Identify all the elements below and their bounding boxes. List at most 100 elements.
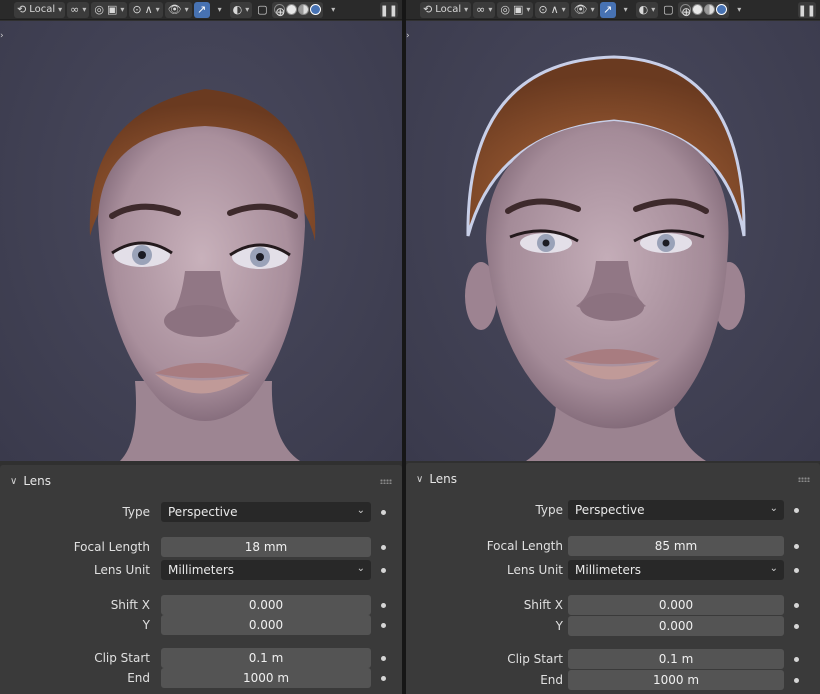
chevron-down-icon: ▾ bbox=[155, 5, 160, 14]
type-dropdown[interactable]: Perspective ⌄ bbox=[568, 500, 784, 520]
keyframe-dot-icon[interactable] bbox=[381, 510, 386, 515]
3d-viewport[interactable]: › bbox=[0, 21, 402, 461]
pivot-dropdown[interactable]: ⟲ Local ▾ bbox=[14, 1, 66, 18]
overlay-button[interactable]: ◐ ▾ bbox=[635, 1, 659, 18]
keyframe-dot-icon[interactable] bbox=[794, 508, 799, 513]
shift-x-label: Shift X bbox=[110, 598, 150, 612]
type-dropdown[interactable]: Perspective ⌄ bbox=[161, 502, 371, 522]
rendered-shading-icon[interactable] bbox=[310, 4, 322, 15]
wireframe-shading-icon[interactable]: ⊕ bbox=[274, 4, 285, 19]
solid-shading-icon[interactable] bbox=[286, 4, 298, 15]
render-face-wide-angle bbox=[89, 89, 316, 461]
keyframe-dot-icon[interactable] bbox=[794, 678, 799, 683]
drag-grip-icon[interactable] bbox=[798, 477, 810, 482]
material-shading-icon[interactable] bbox=[704, 4, 716, 15]
shift-x-field[interactable]: 0.000 bbox=[161, 595, 371, 615]
gizmo-dropdown[interactable]: ▾ bbox=[618, 2, 634, 18]
eye-icon: 👁 bbox=[167, 3, 182, 16]
gizmo-toggle[interactable]: ↗ bbox=[599, 1, 616, 18]
clip-end-row: End 1000 m bbox=[0, 668, 402, 688]
lens-unit-label: Lens Unit bbox=[507, 563, 563, 577]
pause-render-button[interactable]: ❚❚ bbox=[379, 2, 398, 18]
clip-end-field[interactable]: 1000 m bbox=[568, 670, 784, 690]
shading-dropdown[interactable]: ▾ bbox=[731, 2, 747, 18]
chevron-down-icon: ⌄ bbox=[769, 563, 778, 574]
visibility-button[interactable]: 👁 ▾ bbox=[164, 1, 192, 18]
gizmo-dropdown[interactable]: ▾ bbox=[212, 2, 228, 18]
keyframe-dot-icon[interactable] bbox=[381, 676, 386, 681]
shift-y-field[interactable]: 0.000 bbox=[568, 616, 784, 636]
shift-x-field[interactable]: 0.000 bbox=[568, 595, 784, 615]
viewport-pane-right: ⟲ Local ▾ ∞ ▾ ◎ ▣ ▾ ⊙ ∧ ▾ 👁 ▾ ↗ ▾ ◐ ▾ ▢ ⊕ ▾ ❚❚ … bbox=[406, 0, 820, 694]
falloff-button[interactable]: ⊙ ∧ ▾ bbox=[129, 1, 163, 18]
snap-button[interactable]: ∞ ▾ bbox=[473, 1, 496, 18]
keyframe-dot-icon[interactable] bbox=[794, 624, 799, 629]
clip-start-row: Clip Start 0.1 m bbox=[0, 648, 402, 668]
lens-panel-header[interactable]: ∨ Lens bbox=[0, 465, 402, 497]
chevron-down-icon: ▾ bbox=[526, 5, 531, 14]
lens-unit-row: Lens Unit Millimeters ⌄ bbox=[406, 560, 820, 580]
lens-unit-dropdown[interactable]: Millimeters ⌄ bbox=[568, 560, 784, 580]
clip-start-field[interactable]: 0.1 m bbox=[568, 649, 784, 669]
clip-start-row: Clip Start 0.1 m bbox=[406, 649, 820, 669]
xray-toggle[interactable]: ▢ bbox=[254, 2, 270, 18]
lens-panel-header[interactable]: ∨ Lens bbox=[406, 463, 820, 495]
keyframe-dot-icon[interactable] bbox=[794, 544, 799, 549]
gizmo-icon: ↗ bbox=[603, 3, 613, 16]
clip-start-field[interactable]: 0.1 m bbox=[161, 648, 371, 668]
keyframe-dot-icon[interactable] bbox=[794, 603, 799, 608]
link-icon: ∞ bbox=[70, 3, 80, 16]
chevron-down-icon: ▾ bbox=[245, 5, 250, 14]
solid-shading-icon[interactable] bbox=[692, 4, 704, 15]
shading-dropdown[interactable]: ▾ bbox=[325, 2, 341, 18]
clip-start-label: Clip Start bbox=[94, 651, 150, 665]
gizmo-toggle[interactable]: ↗ bbox=[193, 1, 210, 18]
overlay-button[interactable]: ◐ ▾ bbox=[229, 1, 253, 18]
clip-end-field[interactable]: 1000 m bbox=[161, 668, 371, 688]
wireframe-shading-icon[interactable]: ⊕ bbox=[680, 4, 691, 19]
chevron-down-icon: ▾ bbox=[82, 5, 87, 14]
keyframe-dot-icon[interactable] bbox=[794, 657, 799, 662]
shift-y-field[interactable]: 0.000 bbox=[161, 615, 371, 635]
overlay-icon: ◐ bbox=[638, 3, 649, 16]
rendered-shading-icon[interactable] bbox=[716, 4, 728, 15]
type-value: Perspective bbox=[168, 505, 238, 519]
lens-unit-value: Millimeters bbox=[575, 563, 642, 577]
chevron-down-icon: ▾ bbox=[590, 5, 595, 14]
focal-length-field[interactable]: 85 mm bbox=[568, 536, 784, 556]
focal-length-field[interactable]: 18 mm bbox=[161, 537, 371, 557]
proportional-edit-button[interactable]: ◎ ▣ ▾ bbox=[497, 1, 534, 18]
lens-unit-dropdown[interactable]: Millimeters ⌄ bbox=[161, 560, 371, 580]
keyframe-dot-icon[interactable] bbox=[381, 623, 386, 628]
keyframe-dot-icon[interactable] bbox=[381, 568, 386, 573]
type-row: Type Perspective ⌄ bbox=[0, 502, 402, 522]
3d-viewport[interactable]: › bbox=[406, 21, 820, 461]
chevron-down-icon: ▾ bbox=[737, 5, 742, 14]
keyframe-dot-icon[interactable] bbox=[381, 656, 386, 661]
xray-toggle[interactable]: ▢ bbox=[660, 2, 676, 18]
chevron-down-icon: ⌄ bbox=[356, 505, 365, 516]
visibility-button[interactable]: 👁 ▾ bbox=[570, 1, 598, 18]
chevron-down-icon: ▾ bbox=[561, 5, 566, 14]
chevron-down-icon: ▾ bbox=[651, 5, 656, 14]
chevron-down-icon: ▾ bbox=[331, 5, 336, 14]
keyframe-dot-icon[interactable] bbox=[381, 603, 386, 608]
link-icon: ∞ bbox=[476, 3, 486, 16]
cube-icon: ▣ bbox=[106, 3, 118, 16]
cube-icon: ▣ bbox=[512, 3, 524, 16]
material-shading-icon[interactable] bbox=[298, 4, 310, 15]
shift-x-row: Shift X 0.000 bbox=[0, 595, 402, 615]
pivot-label: Local bbox=[435, 4, 462, 15]
proportional-edit-button[interactable]: ◎ ▣ ▾ bbox=[91, 1, 128, 18]
pivot-dropdown[interactable]: ⟲ Local ▾ bbox=[420, 1, 472, 18]
snap-button[interactable]: ∞ ▾ bbox=[67, 1, 90, 18]
keyframe-dot-icon[interactable] bbox=[381, 545, 386, 550]
pause-render-button[interactable]: ❚❚ bbox=[797, 2, 816, 18]
keyframe-dot-icon[interactable] bbox=[794, 568, 799, 573]
falloff-curve-icon: ∧ bbox=[144, 3, 153, 16]
drag-grip-icon[interactable] bbox=[380, 479, 392, 484]
falloff-button[interactable]: ⊙ ∧ ▾ bbox=[535, 1, 569, 18]
chevron-down-icon: ∨ bbox=[416, 473, 424, 485]
type-row: Type Perspective ⌄ bbox=[406, 500, 820, 520]
shading-mode-group: ⊕ bbox=[272, 1, 324, 19]
